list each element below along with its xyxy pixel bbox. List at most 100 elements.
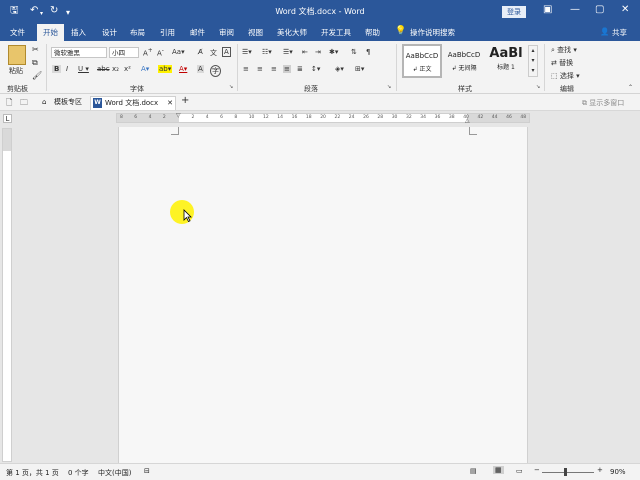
print-layout-icon[interactable]: ▦ — [493, 466, 504, 474]
tab-help[interactable]: 帮助 — [365, 27, 380, 38]
change-case-icon[interactable]: Aa▾ — [172, 48, 185, 56]
chinese-layout-icon[interactable]: ✱▾ — [329, 48, 338, 56]
subscript-icon[interactable]: x₂ — [112, 65, 119, 73]
numbering-icon[interactable]: ☷▾ — [262, 48, 272, 56]
macro-record-icon[interactable]: ⊟ — [144, 467, 150, 475]
read-mode-icon[interactable]: ▤ — [470, 467, 477, 475]
cut-icon[interactable]: ✂ — [32, 45, 39, 54]
zoom-in-button[interactable]: + — [597, 466, 603, 474]
show-marks-icon[interactable]: ¶ — [366, 48, 370, 56]
select-button[interactable]: ⬚ 选择 ▾ — [551, 71, 580, 81]
superscript-icon[interactable]: x² — [124, 65, 131, 73]
line-spacing-icon[interactable]: ↕▾ — [311, 65, 320, 73]
tab-review[interactable]: 审阅 — [219, 27, 234, 38]
tab-selector-icon[interactable]: L — [3, 114, 12, 123]
zoom-level[interactable]: 90% — [610, 468, 626, 476]
replace-button[interactable]: ⇄ 替换 — [551, 58, 573, 68]
ruler-number: 30 — [391, 115, 398, 120]
tab-references[interactable]: 引用 — [160, 27, 175, 38]
style-normal[interactable]: AaBbCcD ↲ 正文 — [402, 44, 442, 78]
zoom-out-button[interactable]: − — [534, 466, 540, 474]
open-folder-icon[interactable]: 🗀 — [20, 97, 28, 111]
multilevel-list-icon[interactable]: ☰▾ — [283, 48, 293, 56]
multi-window-toggle[interactable]: ⧉ 显示多窗口 — [582, 98, 624, 108]
first-indent-marker[interactable]: ▽ — [176, 112, 181, 119]
copy-icon[interactable]: ⧉ — [32, 58, 38, 68]
justify-icon[interactable]: ≡ — [283, 65, 291, 73]
collapse-ribbon-icon[interactable]: ⌃ — [628, 84, 633, 91]
tab-document[interactable]: W Word 文档.docx ✕ — [90, 96, 176, 110]
align-center-icon[interactable]: ≡ — [257, 65, 263, 73]
close-button[interactable]: ✕ — [621, 4, 629, 15]
clear-format-icon[interactable]: A̸ — [198, 48, 203, 56]
minimize-button[interactable]: — — [570, 4, 580, 15]
font-color-icon[interactable]: A▾ — [179, 65, 187, 73]
grow-font-icon[interactable]: A+ — [143, 48, 153, 57]
ruler-number: 24 — [348, 115, 355, 120]
paragraph-dialog-launcher-icon[interactable]: ↘ — [387, 84, 391, 90]
distributed-icon[interactable]: ≣ — [297, 65, 303, 73]
close-tab-icon[interactable]: ✕ — [167, 97, 173, 110]
underline-icon[interactable]: U ▾ — [78, 65, 89, 73]
tab-home[interactable]: 开始 — [37, 24, 64, 41]
font-dialog-launcher-icon[interactable]: ↘ — [229, 84, 233, 90]
tab-beautify[interactable]: 美化大师 — [277, 27, 307, 38]
text-effects-icon[interactable]: A▾ — [141, 65, 149, 73]
vertical-ruler[interactable] — [2, 128, 12, 462]
style-no-spacing[interactable]: AaBbCcD ↲ 无间隔 — [444, 44, 484, 78]
tab-view[interactable]: 视图 — [248, 27, 263, 38]
tell-me-search[interactable]: 操作说明搜索 — [410, 27, 455, 38]
strikethrough-icon[interactable]: abc — [97, 65, 110, 73]
language-indicator[interactable]: 中文(中国) — [98, 468, 131, 478]
align-right-icon[interactable]: ≡ — [271, 65, 277, 73]
horizontal-ruler[interactable]: 8 6 4 2 2 4 6 8 10 12 14 16 18 20 22 24 26 28 30 32 34 36 38 40… — [116, 112, 530, 124]
add-tab-button[interactable]: + — [181, 95, 189, 106]
styles-group-label: 样式 — [458, 85, 472, 93]
style-heading-1[interactable]: AaBl 标题 1 — [486, 44, 526, 78]
shading-icon[interactable]: ◈▾ — [335, 65, 344, 73]
enclose-char-icon[interactable]: 字 — [210, 65, 221, 77]
italic-icon[interactable]: I — [66, 65, 68, 73]
word-count[interactable]: 0 个字 — [68, 468, 89, 478]
zoom-slider-thumb[interactable] — [564, 468, 567, 476]
decrease-indent-icon[interactable]: ⇤ — [302, 48, 308, 56]
bold-icon[interactable]: B — [52, 65, 62, 73]
styles-scroll[interactable]: ▴ ▾ ▾ — [528, 45, 538, 77]
highlight-color-icon[interactable]: ab▾ — [158, 65, 173, 73]
maximize-button[interactable]: ▢ — [595, 4, 604, 15]
tab-insert[interactable]: 插入 — [71, 27, 86, 38]
web-layout-icon[interactable]: ▭ — [516, 467, 523, 475]
styles-dialog-launcher-icon[interactable]: ↘ — [536, 84, 540, 90]
align-left-icon[interactable]: ≡ — [243, 65, 249, 73]
tab-template-zone[interactable]: ⌂ 模板专区 — [40, 96, 82, 110]
font-size-combo[interactable]: 小四 — [109, 47, 139, 58]
format-painter-icon[interactable]: 🖌 — [32, 71, 42, 80]
char-border-icon[interactable]: A — [222, 47, 231, 57]
login-button[interactable]: 登录 — [502, 6, 526, 18]
share-button[interactable]: 共享 — [612, 27, 627, 38]
ruler-number: 46 — [506, 115, 512, 120]
new-doc-icon[interactable]: 🗋 — [6, 97, 12, 111]
paste-button[interactable]: 粘贴 — [9, 66, 23, 76]
char-shading-icon[interactable]: A — [197, 65, 204, 73]
find-button[interactable]: ⌕ 查找 ▾ — [551, 45, 577, 55]
document-page[interactable] — [118, 127, 528, 463]
ribbon-display-options-icon[interactable]: ▣ — [543, 4, 552, 15]
sort-icon[interactable]: ⇅ — [351, 48, 357, 56]
font-name-combo[interactable]: 微软雅黑 — [51, 47, 107, 58]
zoom-slider[interactable] — [542, 472, 594, 473]
tab-mailings[interactable]: 邮件 — [190, 27, 205, 38]
tab-developer[interactable]: 开发工具 — [321, 27, 351, 38]
paragraph-group-label: 段落 — [304, 85, 318, 93]
borders-icon[interactable]: ⊞▾ — [355, 65, 364, 73]
bullets-icon[interactable]: ☰▾ — [242, 48, 252, 56]
group-divider — [396, 44, 397, 91]
paste-icon[interactable] — [8, 45, 26, 65]
increase-indent-icon[interactable]: ⇥ — [315, 48, 321, 56]
shrink-font-icon[interactable]: A- — [157, 48, 164, 57]
tab-file[interactable]: 文件 — [10, 27, 25, 38]
page-count[interactable]: 第 1 页，共 1 页 — [6, 468, 59, 478]
tab-layout[interactable]: 布局 — [130, 27, 145, 38]
phonetic-guide-icon[interactable]: 文 — [210, 48, 217, 58]
tab-design[interactable]: 设计 — [102, 27, 117, 38]
